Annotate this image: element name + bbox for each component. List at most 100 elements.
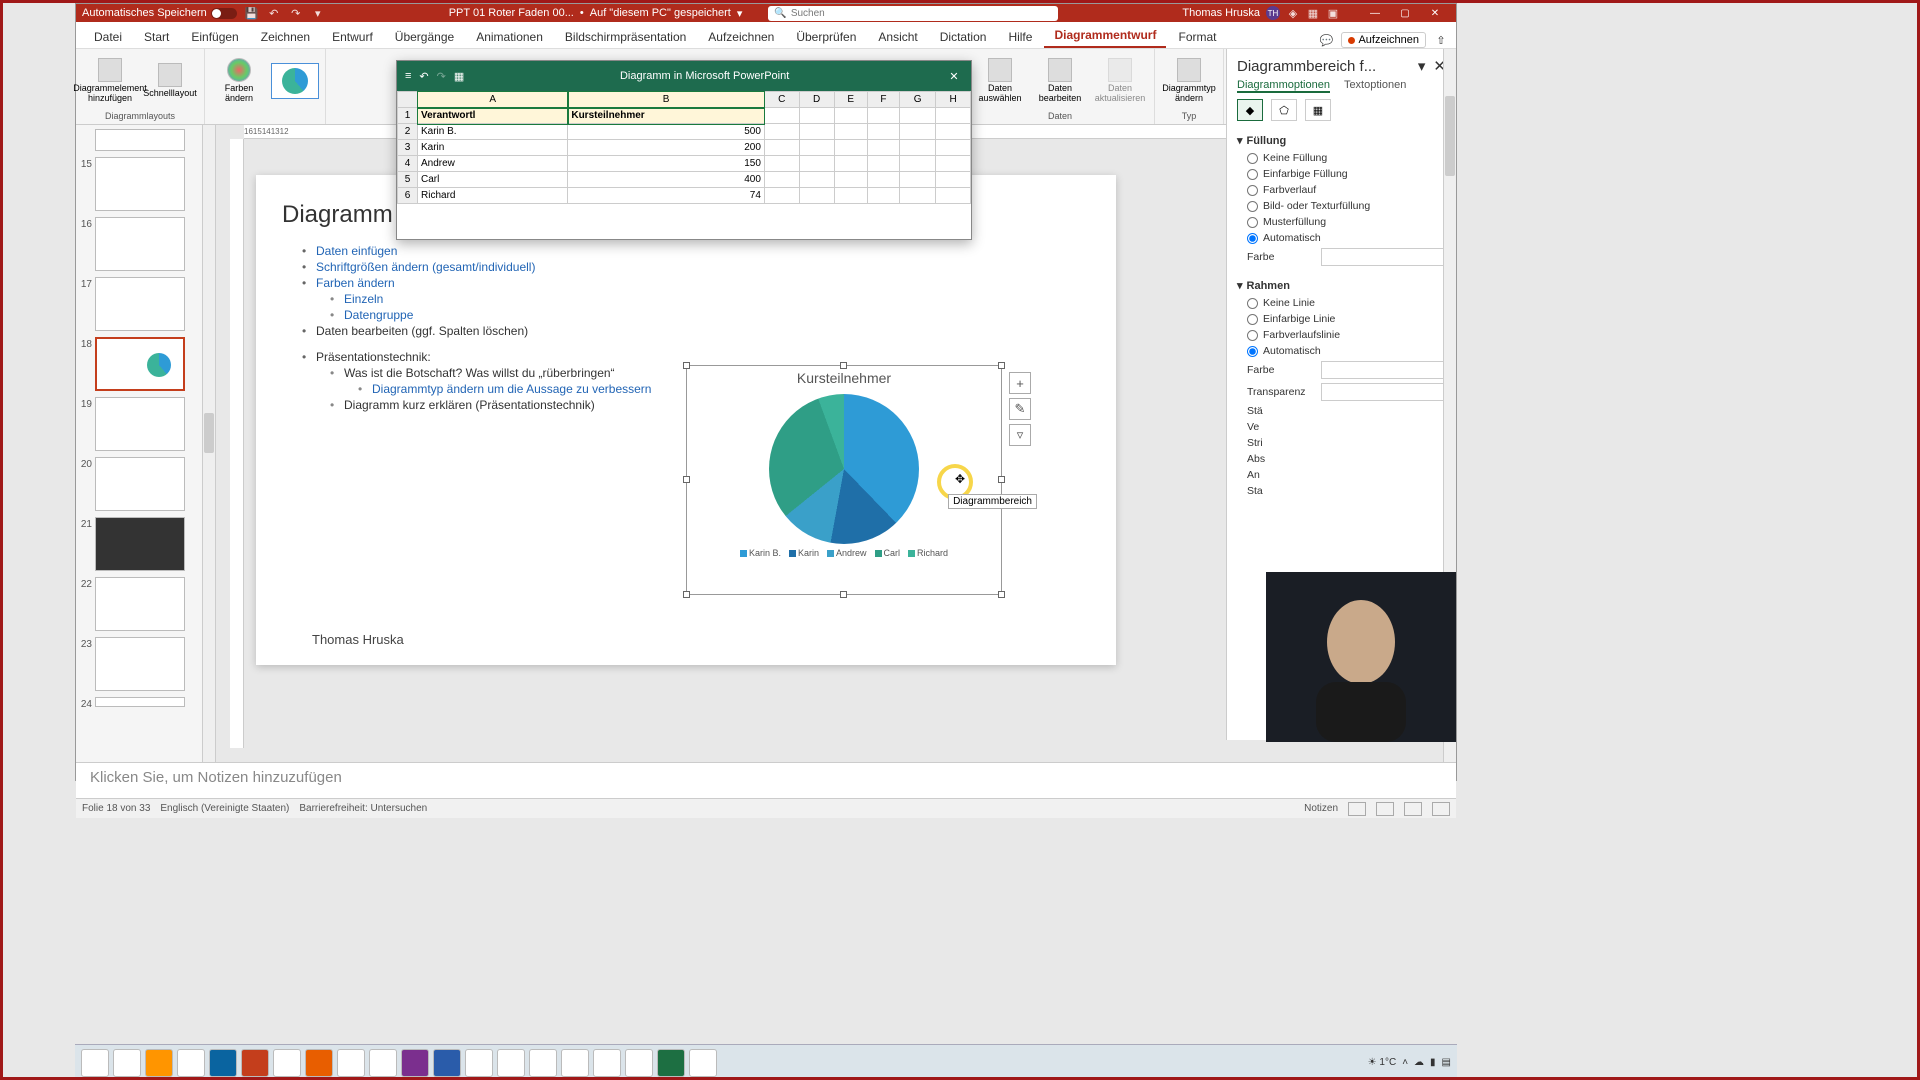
border-gradient-radio[interactable]: Farbverlaufslinie xyxy=(1237,327,1446,343)
autosave-toggle[interactable]: Automatisches Speichern xyxy=(82,7,237,19)
fill-picture-radio[interactable]: Bild- oder Texturfüllung xyxy=(1237,198,1446,214)
tab-ansicht[interactable]: Ansicht xyxy=(868,26,927,48)
pane-dropdown-icon[interactable]: ▾ xyxy=(1418,57,1426,75)
app-icon[interactable] xyxy=(433,1049,461,1077)
resize-handle[interactable] xyxy=(683,362,690,369)
diamond-icon[interactable]: ◈ xyxy=(1286,6,1300,20)
chart-filter-button[interactable]: ▿ xyxy=(1009,424,1031,446)
tray-battery-icon[interactable]: ▮ xyxy=(1430,1057,1436,1068)
fill-none-radio[interactable]: Keine Füllung xyxy=(1237,150,1446,166)
share-icon[interactable]: ⇧ xyxy=(1434,33,1448,47)
onenote-icon[interactable] xyxy=(401,1049,429,1077)
thumb-20[interactable] xyxy=(95,457,185,511)
save-icon[interactable]: 💾 xyxy=(245,6,259,20)
accessibility-status[interactable]: Barrierefreiheit: Untersuchen xyxy=(299,803,427,814)
change-chart-type-button[interactable]: Diagrammtyp ändern xyxy=(1161,58,1217,104)
notes-pane[interactable]: Klicken Sie, um Notizen hinzuzufügen xyxy=(76,762,1456,798)
fill-gradient-radio[interactable]: Farbverlauf xyxy=(1237,182,1446,198)
thumb-21[interactable] xyxy=(95,517,185,571)
app-icon[interactable] xyxy=(561,1049,589,1077)
quick-layout-button[interactable]: Schnelllayout xyxy=(142,63,198,99)
ds-menu-icon[interactable]: ≡ xyxy=(405,70,411,82)
resize-handle[interactable] xyxy=(683,476,690,483)
fill-line-icon[interactable]: ◆ xyxy=(1237,99,1263,121)
border-section-header[interactable]: ▾ Rahmen xyxy=(1237,276,1446,295)
edit-data-button[interactable]: Daten bearbeiten xyxy=(1032,58,1088,104)
ds-undo-icon[interactable]: ↶ xyxy=(419,70,428,83)
undo-icon[interactable]: ↶ xyxy=(267,6,281,20)
firefox-icon[interactable] xyxy=(145,1049,173,1077)
fill-auto-radio[interactable]: Automatisch xyxy=(1237,230,1446,246)
comments-icon[interactable]: 💬 xyxy=(1319,33,1333,47)
tab-entwurf[interactable]: Entwurf xyxy=(322,26,383,48)
size-icon[interactable]: ▦ xyxy=(1305,99,1331,121)
app-icon[interactable] xyxy=(273,1049,301,1077)
tab-aufzeichnen[interactable]: Aufzeichnen xyxy=(698,26,784,48)
thumb-24[interactable] xyxy=(95,697,185,707)
maximize-button[interactable]: ▢ xyxy=(1390,4,1420,22)
tab-bildschirm[interactable]: Bildschirmpräsentation xyxy=(555,26,696,48)
thumbs-scrollbar[interactable] xyxy=(202,125,215,762)
chart-legend[interactable]: Karin B.KarinAndrewCarlRichard xyxy=(687,548,1001,558)
tab-ueberpruefen[interactable]: Überprüfen xyxy=(786,26,866,48)
app-icon[interactable]: ▦ xyxy=(1306,6,1320,20)
reading-view-button[interactable] xyxy=(1404,802,1422,816)
chart-styles-button[interactable]: ✎ xyxy=(1009,398,1031,420)
powerpoint-icon[interactable] xyxy=(241,1049,269,1077)
fill-section-header[interactable]: ▾ Füllung xyxy=(1237,131,1446,150)
chart-elements-button[interactable]: + xyxy=(1009,372,1031,394)
thumb-16[interactable] xyxy=(95,217,185,271)
chart-title[interactable]: Kursteilnehmer xyxy=(687,366,1001,386)
app-icon[interactable] xyxy=(337,1049,365,1077)
thumb-23[interactable] xyxy=(95,637,185,691)
outlook-icon[interactable] xyxy=(209,1049,237,1077)
slide-counter[interactable]: Folie 18 von 33 xyxy=(82,803,150,814)
fill-pattern-radio[interactable]: Musterfüllung xyxy=(1237,214,1446,230)
border-color-picker[interactable] xyxy=(1321,361,1446,379)
chart-object[interactable]: Kursteilnehmer Karin B.KarinAndrewCarlRi… xyxy=(686,365,1002,595)
tab-format[interactable]: Format xyxy=(1168,26,1226,48)
slideshow-view-button[interactable] xyxy=(1432,802,1450,816)
notes-toggle[interactable]: Notizen xyxy=(1304,803,1338,814)
select-data-button[interactable]: Daten auswählen xyxy=(972,58,1028,104)
app-icon[interactable] xyxy=(369,1049,397,1077)
close-button[interactable]: ✕ xyxy=(1420,4,1450,22)
resize-handle[interactable] xyxy=(840,362,847,369)
language-status[interactable]: Englisch (Vereinigte Staaten) xyxy=(160,803,289,814)
windows-taskbar[interactable]: ☀ 1°C ˄ ☁ ▮ ▤ xyxy=(75,1044,1457,1080)
pane-tab-text[interactable]: Textoptionen xyxy=(1344,79,1406,93)
tray-chevron-icon[interactable]: ˄ xyxy=(1402,1057,1408,1068)
pane-tab-chart[interactable]: Diagrammoptionen xyxy=(1237,79,1330,93)
chart-style-thumb[interactable] xyxy=(271,63,319,99)
qat-more-icon[interactable]: ▾ xyxy=(311,6,325,20)
resize-handle[interactable] xyxy=(998,362,1005,369)
user-avatar[interactable]: TH xyxy=(1266,6,1280,20)
search-input[interactable]: 🔍 Suchen xyxy=(768,6,1058,21)
excel-icon[interactable] xyxy=(657,1049,685,1077)
fill-color-picker[interactable] xyxy=(1321,248,1446,266)
tab-datei[interactable]: Datei xyxy=(84,26,132,48)
tab-hilfe[interactable]: Hilfe xyxy=(998,26,1042,48)
thumb-18[interactable] xyxy=(95,337,185,391)
resize-handle[interactable] xyxy=(998,591,1005,598)
tab-animationen[interactable]: Animationen xyxy=(466,26,553,48)
app-icon[interactable] xyxy=(593,1049,621,1077)
transparency-slider[interactable] xyxy=(1321,383,1446,401)
fill-solid-radio[interactable]: Einfarbige Füllung xyxy=(1237,166,1446,182)
slide-canvas[interactable]: Diagramm e Daten einfügen Schriftgrößen … xyxy=(256,175,1116,665)
telegram-icon[interactable] xyxy=(465,1049,493,1077)
redo-icon[interactable]: ↷ xyxy=(289,6,303,20)
settings-icon[interactable] xyxy=(625,1049,653,1077)
weather-widget[interactable]: ☀ 1°C xyxy=(1368,1057,1397,1068)
tab-uebergaenge[interactable]: Übergänge xyxy=(385,26,464,48)
effects-icon[interactable]: ⬠ xyxy=(1271,99,1297,121)
resize-handle[interactable] xyxy=(840,591,847,598)
thumb-19[interactable] xyxy=(95,397,185,451)
border-solid-radio[interactable]: Einfarbige Linie xyxy=(1237,311,1446,327)
thumb-17[interactable] xyxy=(95,277,185,331)
record-button[interactable]: Aufzeichnen xyxy=(1341,32,1426,48)
ds-close-button[interactable]: ✕ xyxy=(945,70,963,83)
tab-dictation[interactable]: Dictation xyxy=(930,26,997,48)
thumb-22[interactable] xyxy=(95,577,185,631)
app-icon[interactable] xyxy=(689,1049,717,1077)
